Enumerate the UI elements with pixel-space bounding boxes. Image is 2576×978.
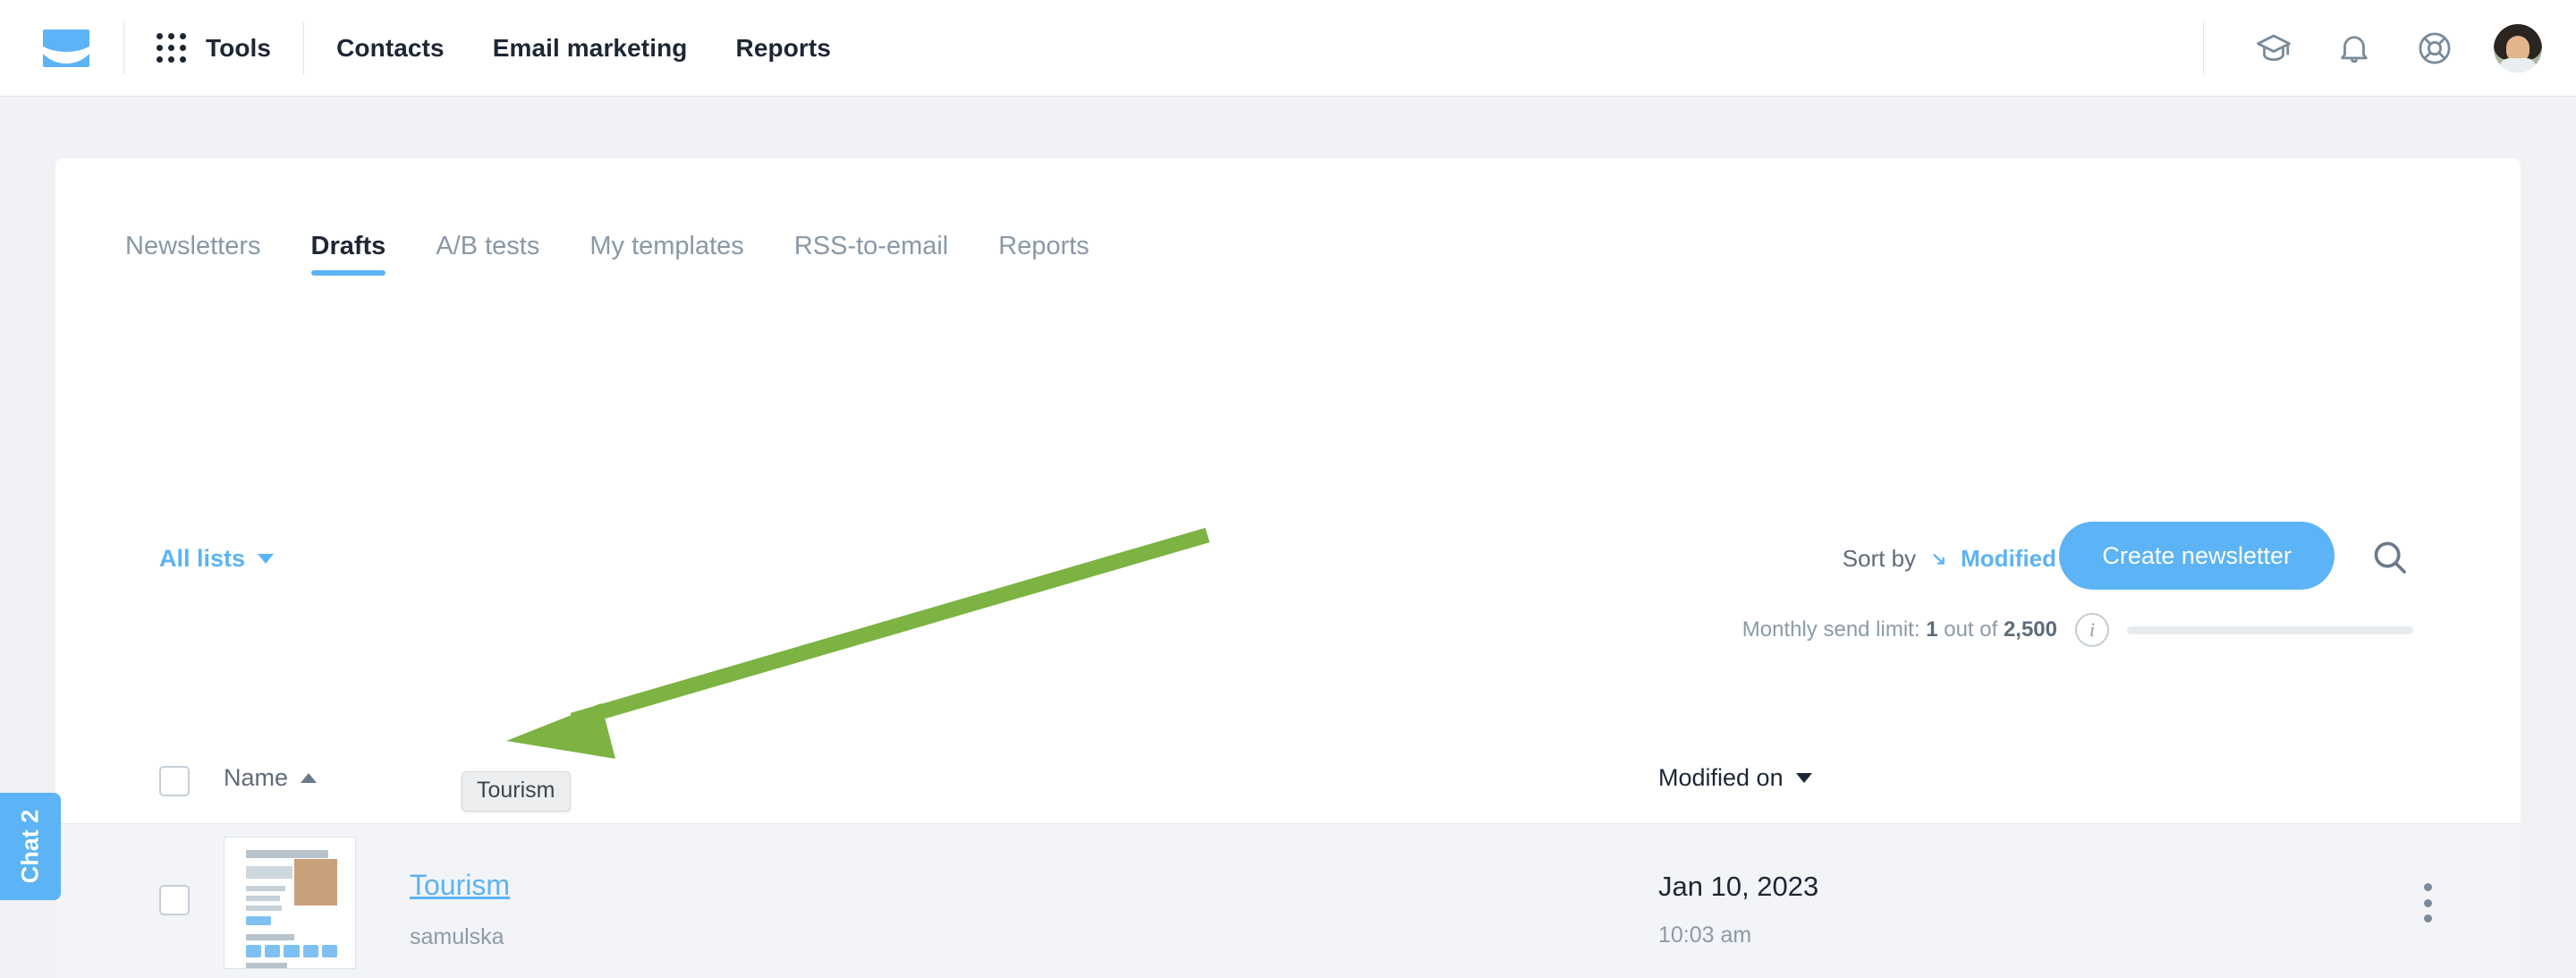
nav-item-email-marketing[interactable]: Email marketing [493, 34, 688, 63]
newsletter-thumbnail[interactable] [224, 837, 356, 969]
avatar[interactable] [2494, 24, 2542, 72]
top-navigation-bar: Tools Contacts Email marketing Reports [0, 0, 2576, 97]
nav-item-reports[interactable]: Reports [736, 34, 832, 63]
chat-widget-tab[interactable]: Chat 2 [0, 793, 61, 900]
bell-icon[interactable] [2333, 27, 2376, 70]
tab-my-templates[interactable]: My templates [589, 232, 743, 276]
newsletter-name-link[interactable]: Tourism [410, 869, 510, 902]
column-header-name-label: Name [224, 764, 288, 792]
monthly-send-limit: Monthly send limit: 1 out of 2,500 i [1742, 613, 2413, 647]
column-header-name[interactable]: Name [224, 764, 317, 792]
primary-nav-links: Contacts Email marketing Reports [336, 34, 831, 63]
all-lists-label: All lists [159, 545, 245, 573]
app-logo[interactable] [41, 27, 91, 70]
send-limit-total: 2,500 [2004, 617, 2057, 642]
main-content-card: Newsletters Drafts A/B tests My template… [55, 158, 2521, 928]
send-limit-middle: out of [1938, 617, 2004, 642]
graduation-cap-icon[interactable] [2252, 27, 2295, 70]
tooltip: Tourism [462, 771, 571, 812]
column-header-modified-on-label: Modified on [1658, 764, 1784, 792]
column-header-modified-on[interactable]: Modified on [1658, 764, 1812, 792]
select-all-checkbox[interactable] [159, 766, 190, 796]
tools-menu-button[interactable]: Tools [157, 33, 271, 63]
table-row: Tourism samulska Jan 10, 2023 10:03 am [55, 824, 2521, 978]
info-icon[interactable]: i [2075, 613, 2109, 647]
newsletter-author: samulska [410, 924, 504, 950]
chevron-down-icon [258, 554, 274, 564]
avatar-body [2499, 58, 2537, 72]
sort-by-label: Sort by [1843, 545, 1916, 573]
tab-rss-to-email[interactable]: RSS-to-email [794, 232, 948, 276]
sort-ascending-icon [301, 773, 317, 783]
sort-descending-icon [1930, 549, 1950, 569]
all-lists-filter-dropdown[interactable]: All lists [159, 545, 274, 573]
tab-bar: Newsletters Drafts A/B tests My template… [125, 232, 1089, 276]
row-select-checkbox[interactable] [159, 885, 190, 915]
send-limit-prefix: Monthly send limit: [1742, 617, 1920, 642]
row-modified-date: Jan 10, 2023 [1658, 871, 1818, 903]
create-newsletter-button[interactable]: Create newsletter [2059, 522, 2334, 590]
send-limit-progress-bar [2127, 626, 2413, 634]
row-modified-time: 10:03 am [1658, 923, 1751, 948]
nav-item-contacts[interactable]: Contacts [336, 34, 445, 63]
chevron-down-icon [1796, 773, 1812, 783]
table-header-row: Name Modified on [55, 744, 2521, 824]
lifebuoy-help-icon[interactable] [2413, 27, 2456, 70]
tab-reports[interactable]: Reports [998, 232, 1089, 276]
nav-divider-3 [2203, 22, 2204, 74]
chat-widget-label: Chat 2 [17, 810, 45, 884]
send-limit-used: 1 [1926, 617, 1937, 642]
grid-dots-icon [157, 33, 186, 63]
envelope-logo-icon [43, 30, 89, 67]
nav-divider-2 [303, 22, 304, 74]
tools-label: Tools [206, 34, 271, 63]
tab-ab-tests[interactable]: A/B tests [436, 232, 539, 276]
tab-newsletters[interactable]: Newsletters [125, 232, 261, 276]
send-limit-text: Monthly send limit: 1 out of 2,500 [1742, 617, 2057, 642]
search-icon[interactable] [2367, 534, 2413, 581]
nav-divider-1 [123, 22, 124, 74]
tab-drafts[interactable]: Drafts [311, 232, 386, 276]
row-options-menu-icon[interactable] [2410, 883, 2445, 923]
top-nav-right-cluster [2203, 0, 2542, 97]
